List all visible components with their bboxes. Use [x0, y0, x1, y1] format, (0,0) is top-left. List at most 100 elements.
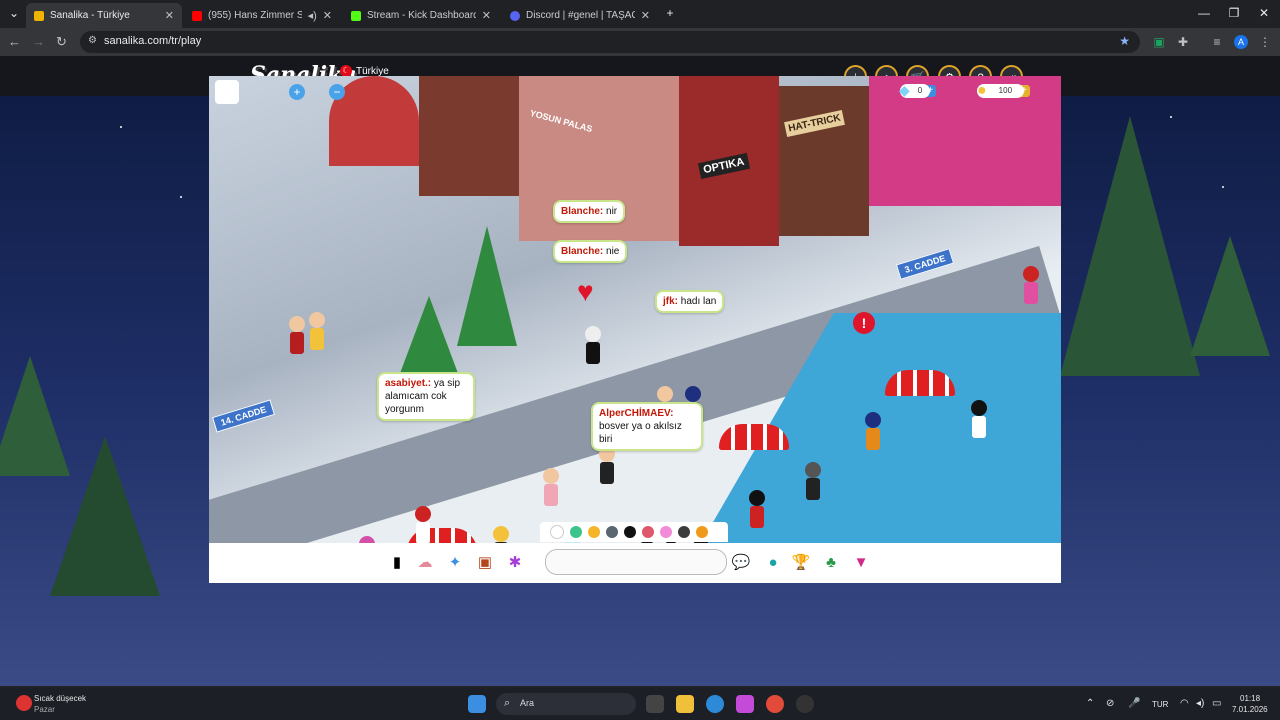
- network-icon[interactable]: ⊘: [1106, 698, 1114, 709]
- wifi-icon[interactable]: ◠: [1180, 698, 1189, 709]
- tab-title: Stream - Kick Dashboard: [367, 10, 476, 21]
- menu-kebab-icon[interactable]: ⋮: [1258, 35, 1272, 49]
- chat-bubble: jfk: hadı lan: [655, 290, 725, 313]
- new-tab-icon[interactable]: +: [660, 6, 680, 20]
- avatar-character[interactable]: [599, 446, 615, 484]
- alert-icon[interactable]: !: [853, 312, 875, 334]
- clock-date[interactable]: 7.01.2026: [1232, 705, 1268, 714]
- copilot-icon[interactable]: [736, 695, 754, 713]
- close-icon[interactable]: ✕: [165, 9, 174, 22]
- avatar-character[interactable]: [493, 526, 509, 543]
- mic-icon[interactable]: 🎤: [1128, 698, 1140, 709]
- forward-icon[interactable]: →: [32, 34, 45, 49]
- kick-favicon-icon: [351, 10, 361, 21]
- diamond-icon: ◆: [899, 82, 910, 98]
- close-icon[interactable]: ✕: [323, 9, 332, 22]
- color-swatch[interactable]: [570, 526, 582, 538]
- minimize-icon[interactable]: —: [1194, 6, 1214, 20]
- browser-toolbar: ← → ↻ ⚙ sanalika.com/tr/play ★ ▣ ✚ ≡ A ⋮: [0, 28, 1280, 56]
- tree-decoration: [50, 436, 160, 596]
- phone-icon[interactable]: ▮: [387, 553, 407, 573]
- dropdown-menu-icon[interactable]: ▼: [851, 553, 871, 573]
- building-pink: [869, 76, 1061, 206]
- edge-icon[interactable]: [706, 695, 724, 713]
- action-icon[interactable]: ✦: [445, 553, 465, 573]
- zoom-out-icon[interactable]: −: [329, 84, 345, 100]
- dance-icon[interactable]: ✱: [505, 553, 525, 573]
- color-swatch[interactable]: [660, 526, 672, 538]
- avatar-character[interactable]: [309, 312, 325, 350]
- chat-color-picker: [540, 522, 728, 542]
- discord-favicon-icon: [510, 10, 520, 21]
- battery-icon[interactable]: ▭: [1212, 698, 1221, 709]
- avatar-character[interactable]: [585, 326, 601, 364]
- reload-icon[interactable]: ↻: [56, 34, 67, 50]
- avatar-character[interactable]: [749, 490, 765, 528]
- tab-youtube[interactable]: (955) Hans Zimmer S T A Y ◂) ✕: [184, 3, 340, 28]
- window-close-icon[interactable]: ✕: [1254, 6, 1274, 20]
- extensions-puzzle-icon[interactable]: ✚: [1176, 35, 1190, 49]
- chrome-icon[interactable]: [766, 695, 784, 713]
- youtube-favicon-icon: [192, 10, 202, 21]
- profile-avatar[interactable]: A: [1234, 35, 1248, 49]
- url-text: sanalika.com/tr/play: [104, 35, 202, 47]
- avatar-character[interactable]: [971, 400, 987, 438]
- address-bar[interactable]: ⚙ sanalika.com/tr/play ★: [80, 31, 1140, 53]
- coin-icon: ●: [977, 82, 987, 99]
- extension-icon[interactable]: ▣: [1152, 35, 1166, 49]
- task-view-icon[interactable]: [646, 695, 664, 713]
- weather-icon[interactable]: [16, 695, 32, 711]
- chat-input[interactable]: [545, 549, 727, 575]
- close-icon[interactable]: ✕: [482, 9, 491, 22]
- avatar-character[interactable]: [359, 536, 375, 543]
- avatar-character[interactable]: [865, 412, 881, 450]
- volume-icon[interactable]: ◂): [1196, 698, 1204, 709]
- avatar-character[interactable]: [289, 316, 305, 354]
- color-swatch[interactable]: [606, 526, 618, 538]
- trophy-icon[interactable]: 🏆: [791, 553, 811, 573]
- obs-icon[interactable]: [796, 695, 814, 713]
- taskbar-search[interactable]: ⌕ Ara: [496, 693, 636, 715]
- tab-discord[interactable]: Discord | #genel | TAŞACAK BU ✕: [502, 3, 658, 28]
- zoom-in-icon[interactable]: +: [289, 84, 305, 100]
- chevron-up-icon[interactable]: ⌃: [1086, 698, 1094, 709]
- chat-bubble: asabiyet.: ya sip alamıcam cok yorgunm: [377, 372, 475, 421]
- game-canvas[interactable]: YOSUN PALAS OPTIKA HAT-TRICK + − ◆ 0 + ●…: [209, 76, 1061, 543]
- chat-icon[interactable]: 💬: [731, 553, 751, 573]
- close-icon[interactable]: ✕: [641, 9, 650, 22]
- color-swatch[interactable]: [624, 526, 636, 538]
- color-swatch[interactable]: [678, 526, 690, 538]
- tab-kick[interactable]: Stream - Kick Dashboard ✕: [343, 3, 499, 28]
- site-info-icon[interactable]: ⚙: [88, 35, 97, 46]
- yosun-palas-sign: YOSUN PALAS: [528, 107, 594, 135]
- avatar-character[interactable]: [805, 462, 821, 500]
- profile-avatar[interactable]: [215, 80, 239, 104]
- start-windows-icon[interactable]: [468, 695, 486, 713]
- avatar-character[interactable]: [1023, 266, 1039, 304]
- emote-icon[interactable]: ☁: [415, 553, 435, 573]
- clock-time[interactable]: 01:18: [1240, 694, 1260, 703]
- color-swatch[interactable]: [696, 526, 708, 538]
- building-optika: OPTIKA: [679, 76, 779, 246]
- file-explorer-icon[interactable]: [676, 695, 694, 713]
- media-icon[interactable]: ≡: [1210, 35, 1224, 49]
- maximize-icon[interactable]: ❐: [1224, 6, 1244, 20]
- avatar-character[interactable]: [543, 468, 559, 506]
- hattrick-sign: HAT-TRICK: [784, 110, 846, 137]
- optika-sign: OPTIKA: [697, 153, 750, 179]
- language-indicator[interactable]: TUR: [1152, 700, 1168, 709]
- avatar-character[interactable]: [415, 506, 431, 543]
- back-icon[interactable]: ←: [8, 34, 21, 49]
- color-swatch[interactable]: [550, 525, 564, 539]
- pet-icon[interactable]: ●: [763, 553, 783, 573]
- tab-search-icon[interactable]: ⌄: [4, 6, 24, 20]
- tab-sanalika[interactable]: Sanalika - Türkiye ✕: [26, 3, 182, 28]
- mute-icon[interactable]: ◂): [308, 9, 317, 22]
- game-toolbar: ▮ ☁ ✦ ▣ ✱ 💬 ● 🏆 ♣ ▼: [209, 543, 1061, 583]
- bag-icon[interactable]: ▣: [475, 553, 495, 573]
- island-icon[interactable]: ♣: [821, 553, 841, 573]
- color-swatch[interactable]: [642, 526, 654, 538]
- color-swatch[interactable]: [588, 526, 600, 538]
- bookmark-star-icon[interactable]: ★: [1119, 34, 1130, 48]
- windows-taskbar: Sıcak düşecek Pazar ⌕ Ara ⌃ ⊘ 🎤 TUR ◠ ◂)…: [0, 688, 1280, 720]
